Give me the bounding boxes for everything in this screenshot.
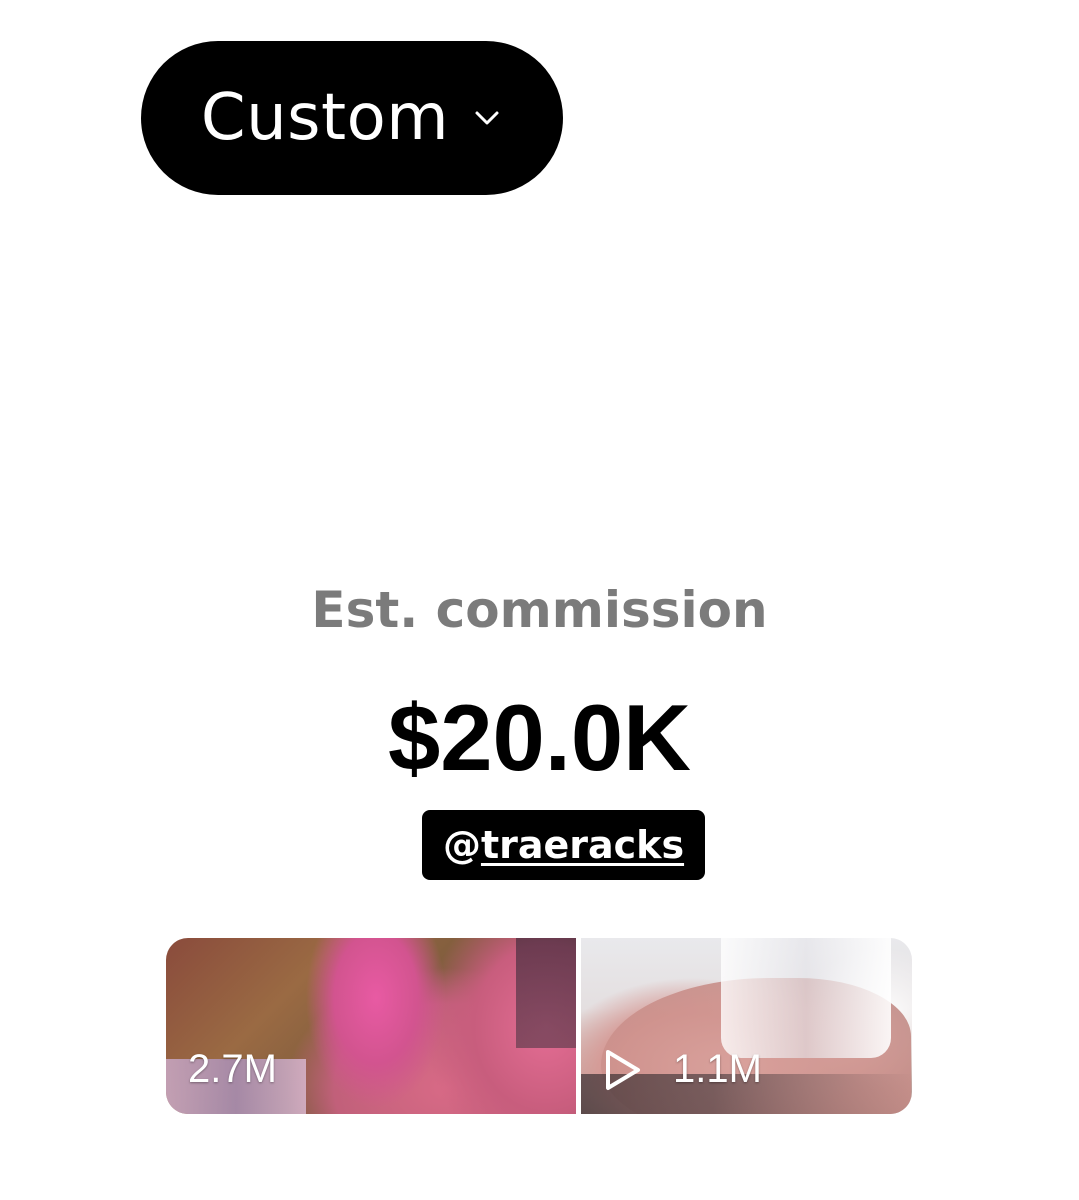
chevron-down-icon bbox=[471, 102, 503, 134]
mention-at: @ bbox=[442, 823, 481, 867]
commission-value: $20.0K bbox=[387, 685, 692, 790]
video-thumbnail-1[interactable]: 2.7M bbox=[166, 938, 576, 1114]
commission-label: Est. commission bbox=[311, 581, 768, 639]
thumbnail-background bbox=[516, 938, 576, 1048]
thumbnail-background bbox=[721, 938, 891, 1058]
date-range-label: Custom bbox=[200, 81, 450, 155]
video-thumbnail-2[interactable]: 1.1M bbox=[581, 938, 912, 1114]
date-range-dropdown[interactable]: Custom bbox=[141, 41, 563, 195]
play-icon bbox=[603, 1048, 643, 1092]
mention-tag[interactable]: @ traeracks bbox=[422, 810, 705, 880]
video-views-count: 2.7M bbox=[188, 1047, 277, 1091]
video-strip: 2.7M 1.1M bbox=[166, 938, 912, 1114]
mention-handle: traeracks bbox=[480, 823, 685, 867]
video-views: 2.7M bbox=[188, 1047, 277, 1092]
video-views-count: 1.1M bbox=[673, 1047, 762, 1091]
video-views: 1.1M bbox=[603, 1047, 762, 1092]
